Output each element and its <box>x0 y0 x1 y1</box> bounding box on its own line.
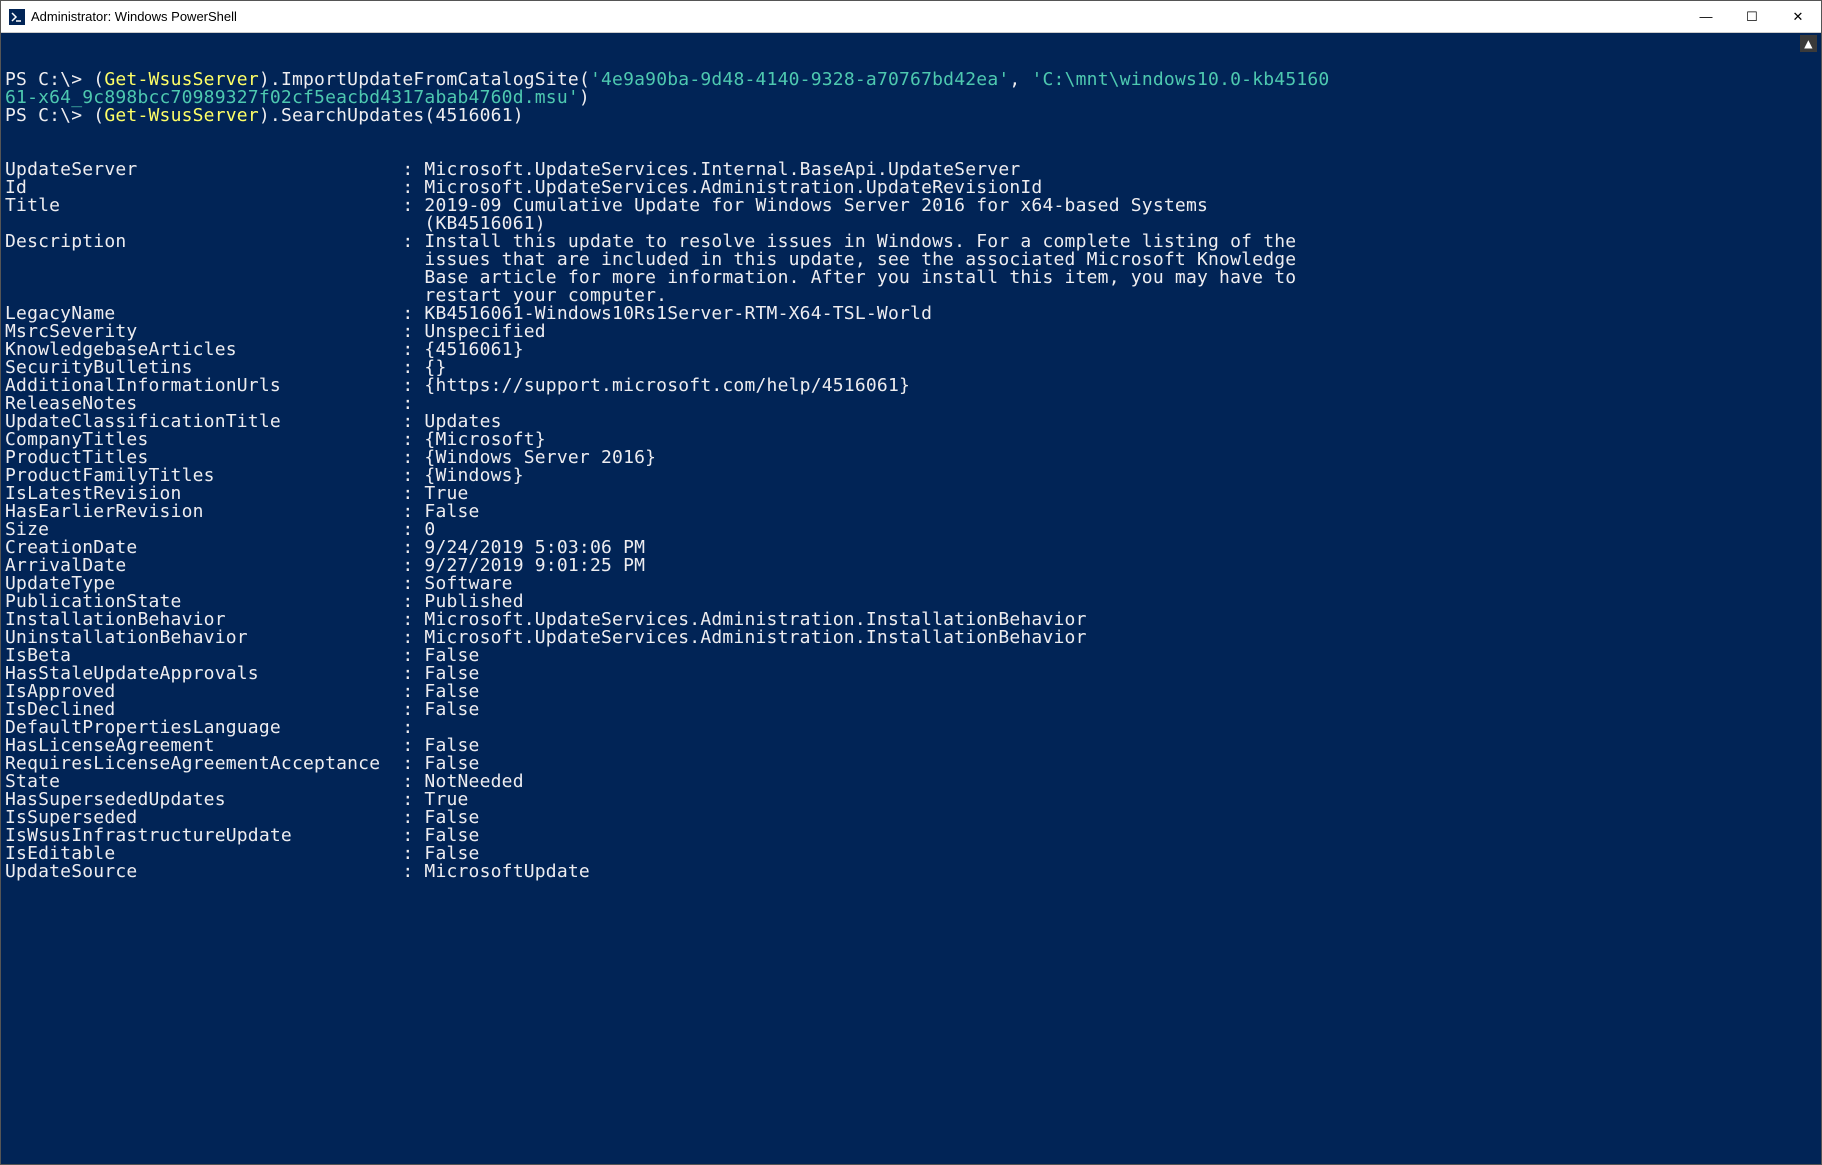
maximize-button[interactable]: ☐ <box>1729 1 1775 32</box>
powershell-window: Administrator: Windows PowerShell — ☐ ✕ … <box>0 0 1822 1165</box>
titlebar[interactable]: Administrator: Windows PowerShell — ☐ ✕ <box>1 1 1821 33</box>
window-title: Administrator: Windows PowerShell <box>31 9 1683 24</box>
minimize-button[interactable]: — <box>1683 1 1729 32</box>
prompt-line-2: PS C:\> (Get-WsusServer).SearchUpdates(4… <box>5 105 524 126</box>
close-button[interactable]: ✕ <box>1775 1 1821 32</box>
scroll-up-icon[interactable]: ▲ <box>1800 35 1817 52</box>
output-properties: UpdateServer : Microsoft.UpdateServices.… <box>5 161 1817 881</box>
powershell-icon <box>9 9 25 25</box>
window-controls: — ☐ ✕ <box>1683 1 1821 32</box>
terminal-output[interactable]: ▲ PS C:\> (Get-WsusServer).ImportUpdateF… <box>1 33 1821 1164</box>
property-row: UpdateSource : MicrosoftUpdate <box>5 863 1817 881</box>
paren-close-1: ) <box>579 87 590 108</box>
